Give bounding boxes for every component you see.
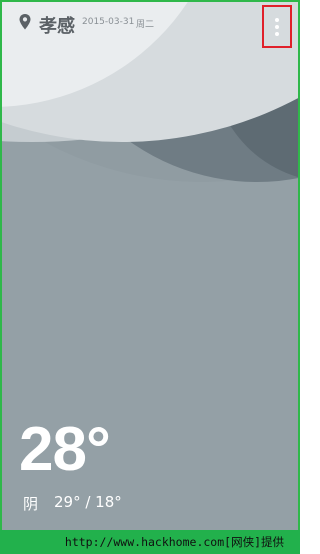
weather-condition: 阴 xyxy=(23,495,39,513)
weekday-label: 周二 xyxy=(136,20,155,30)
top-bar: 孝感 2015-03-31 周二 xyxy=(2,2,298,48)
more-menu-button[interactable] xyxy=(262,5,292,48)
current-temperature: 28° xyxy=(19,415,111,484)
more-vertical-icon-dot xyxy=(275,32,279,36)
more-vertical-icon xyxy=(275,18,279,22)
weather-screen: 孝感 2015-03-31 周二 28° 阴 29° / 18° xyxy=(2,2,298,530)
date-label: 2015-03-31 xyxy=(82,17,135,27)
temperature-range: 29° / 18° xyxy=(54,493,122,511)
watermark-bar: http://www.hackhome.com[网侠]提供 xyxy=(0,530,300,554)
location-pin-icon xyxy=(19,14,31,30)
more-vertical-icon-dot xyxy=(275,25,279,29)
watermark-text: http://www.hackhome.com[网侠]提供 xyxy=(64,535,284,549)
city-name[interactable]: 孝感 xyxy=(39,12,75,38)
